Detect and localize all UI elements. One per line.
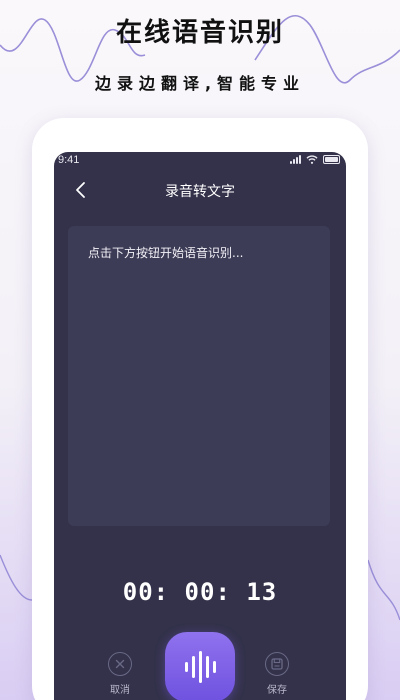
cancel-label: 取消 [110, 685, 130, 696]
close-icon [108, 652, 132, 676]
sound-wave-icon [184, 651, 216, 683]
app-screen: 9:41 录音转文字 点击下方按钮开始语音识别... 00: 00: 13 取消… [54, 152, 346, 700]
wifi-icon [306, 155, 318, 164]
save-label: 保存 [267, 685, 287, 696]
promo-subline: 边录边翻译,智能专业 [94, 74, 306, 93]
record-button[interactable] [165, 632, 235, 700]
recording-controls: 取消 保存 [54, 622, 346, 700]
battery-icon [323, 155, 340, 164]
recording-timer: 00: 00: 13 [122, 578, 278, 606]
status-time: 9:41 [58, 154, 80, 166]
cancel-button[interactable]: 取消 [100, 652, 140, 696]
transcript-placeholder: 点击下方按钮开始语音识别... [88, 246, 244, 260]
signal-icon [290, 155, 301, 164]
nav-bar: 录音转文字 [54, 174, 346, 206]
save-icon [265, 652, 289, 676]
status-icons [290, 155, 340, 164]
page-title: 录音转文字 [165, 184, 235, 200]
transcript-area[interactable]: 点击下方按钮开始语音识别... [68, 226, 330, 526]
promo-headline: 在线语音识别 [115, 18, 284, 48]
save-button[interactable]: 保存 [257, 652, 297, 696]
status-bar: 9:41 [54, 152, 346, 170]
